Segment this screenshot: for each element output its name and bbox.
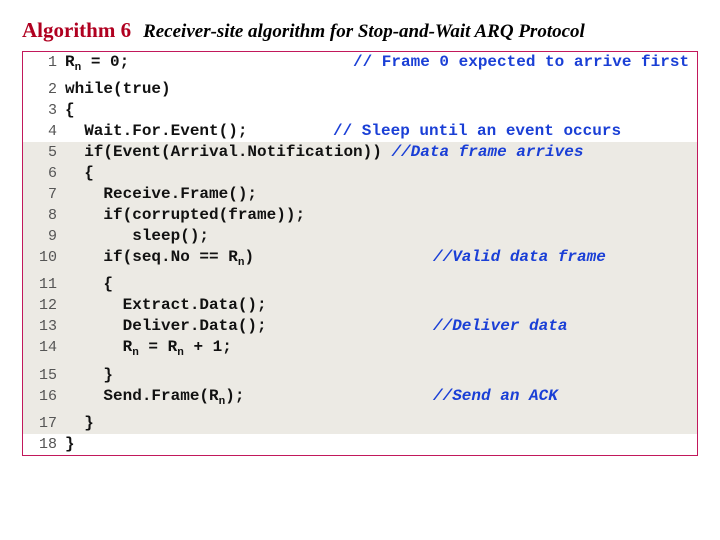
code-line: 13 Deliver.Data(); //Deliver data [23, 316, 697, 337]
code-text: if(Event(Arrival.Notification)) [65, 143, 391, 161]
code-line: 11 { [23, 274, 697, 295]
code-line: 15 } [23, 365, 697, 386]
line-body: if(Event(Arrival.Notification)) //Data f… [63, 142, 697, 163]
code-text: sleep(); [65, 227, 209, 245]
line-body: if(seq.No == Rn) //Valid data frame [63, 247, 697, 274]
code-listing: 1 Rn = 0; // Frame 0 expected to arrive … [22, 51, 698, 456]
comment: //Data frame arrives [391, 143, 583, 161]
code-line: 14 Rn = Rn + 1; [23, 337, 697, 364]
code-line: 16 Send.Frame(Rn); //Send an ACK [23, 386, 697, 413]
line-number: 3 [23, 100, 63, 121]
line-body: } [63, 413, 697, 434]
code-line: 18 } [23, 434, 697, 455]
comment: // Frame 0 expected to arrive first [353, 52, 689, 73]
code-text: Extract.Data(); [65, 296, 267, 314]
line-body: { [63, 100, 697, 121]
line-number: 1 [23, 52, 63, 79]
line-body: sleep(); [63, 226, 697, 247]
line-body: while(true) [63, 79, 697, 100]
line-body: } [63, 434, 697, 455]
line-body: Wait.For.Event(); // Sleep until an even… [63, 121, 697, 142]
line-body: Rn = 0; // Frame 0 expected to arrive fi… [63, 52, 697, 79]
line-body: { [63, 163, 697, 184]
code-text: Receive.Frame(); [65, 185, 257, 203]
line-number: 18 [23, 434, 63, 455]
code-line: 4 Wait.For.Event(); // Sleep until an ev… [23, 121, 697, 142]
code-line: 1 Rn = 0; // Frame 0 expected to arrive … [23, 52, 697, 79]
code-line: 9 sleep(); [23, 226, 697, 247]
comment: //Deliver data [433, 316, 567, 337]
code-text: Rn = Rn + 1; [65, 338, 232, 356]
code-line: 12 Extract.Data(); [23, 295, 697, 316]
comment: // Sleep until an event occurs [333, 121, 621, 142]
line-body: Receive.Frame(); [63, 184, 697, 205]
code-text: } [65, 414, 94, 432]
algorithm-title: Receiver-site algorithm for Stop-and-Wai… [143, 21, 585, 42]
line-number: 6 [23, 163, 63, 184]
line-number: 8 [23, 205, 63, 226]
code-text: Send.Frame(Rn); [65, 387, 244, 405]
line-body: Deliver.Data(); //Deliver data [63, 316, 697, 337]
algorithm-number: Algorithm 6 [22, 18, 131, 42]
line-number: 14 [23, 337, 63, 364]
comment: //Valid data frame [433, 247, 606, 268]
line-number: 10 [23, 247, 63, 274]
line-number: 13 [23, 316, 63, 337]
code-line: 2 while(true) [23, 79, 697, 100]
line-number: 12 [23, 295, 63, 316]
line-number: 17 [23, 413, 63, 434]
line-body: } [63, 365, 697, 386]
line-body: { [63, 274, 697, 295]
line-number: 9 [23, 226, 63, 247]
line-number: 4 [23, 121, 63, 142]
code-text: Deliver.Data(); [65, 317, 267, 335]
code-text: { [65, 101, 75, 119]
line-number: 15 [23, 365, 63, 386]
title-row: Algorithm 6 Receiver-site algorithm for … [22, 18, 698, 43]
code-line: 10 if(seq.No == Rn) //Valid data frame [23, 247, 697, 274]
code-text: } [65, 366, 113, 384]
page: Algorithm 6 Receiver-site algorithm for … [0, 0, 720, 466]
comment: //Send an ACK [433, 386, 558, 407]
line-body: if(corrupted(frame)); [63, 205, 697, 226]
line-body: Extract.Data(); [63, 295, 697, 316]
code-line: 17 } [23, 413, 697, 434]
line-number: 16 [23, 386, 63, 413]
line-number: 2 [23, 79, 63, 100]
code-line: 8 if(corrupted(frame)); [23, 205, 697, 226]
code-text: if(seq.No == Rn) [65, 248, 254, 266]
code-text: while(true) [65, 80, 171, 98]
line-body: Send.Frame(Rn); //Send an ACK [63, 386, 697, 413]
code-text: { [65, 275, 113, 293]
code-text: } [65, 435, 75, 453]
code-line: 7 Receive.Frame(); [23, 184, 697, 205]
code-text: { [65, 164, 94, 182]
line-number: 5 [23, 142, 63, 163]
code-text: Rn = 0; [65, 53, 129, 71]
code-text: if(corrupted(frame)); [65, 206, 305, 224]
line-number: 7 [23, 184, 63, 205]
code-line: 6 { [23, 163, 697, 184]
code-line: 5 if(Event(Arrival.Notification)) //Data… [23, 142, 697, 163]
line-body: Rn = Rn + 1; [63, 337, 697, 364]
line-number: 11 [23, 274, 63, 295]
code-text: Wait.For.Event(); [65, 122, 247, 140]
code-line: 3 { [23, 100, 697, 121]
